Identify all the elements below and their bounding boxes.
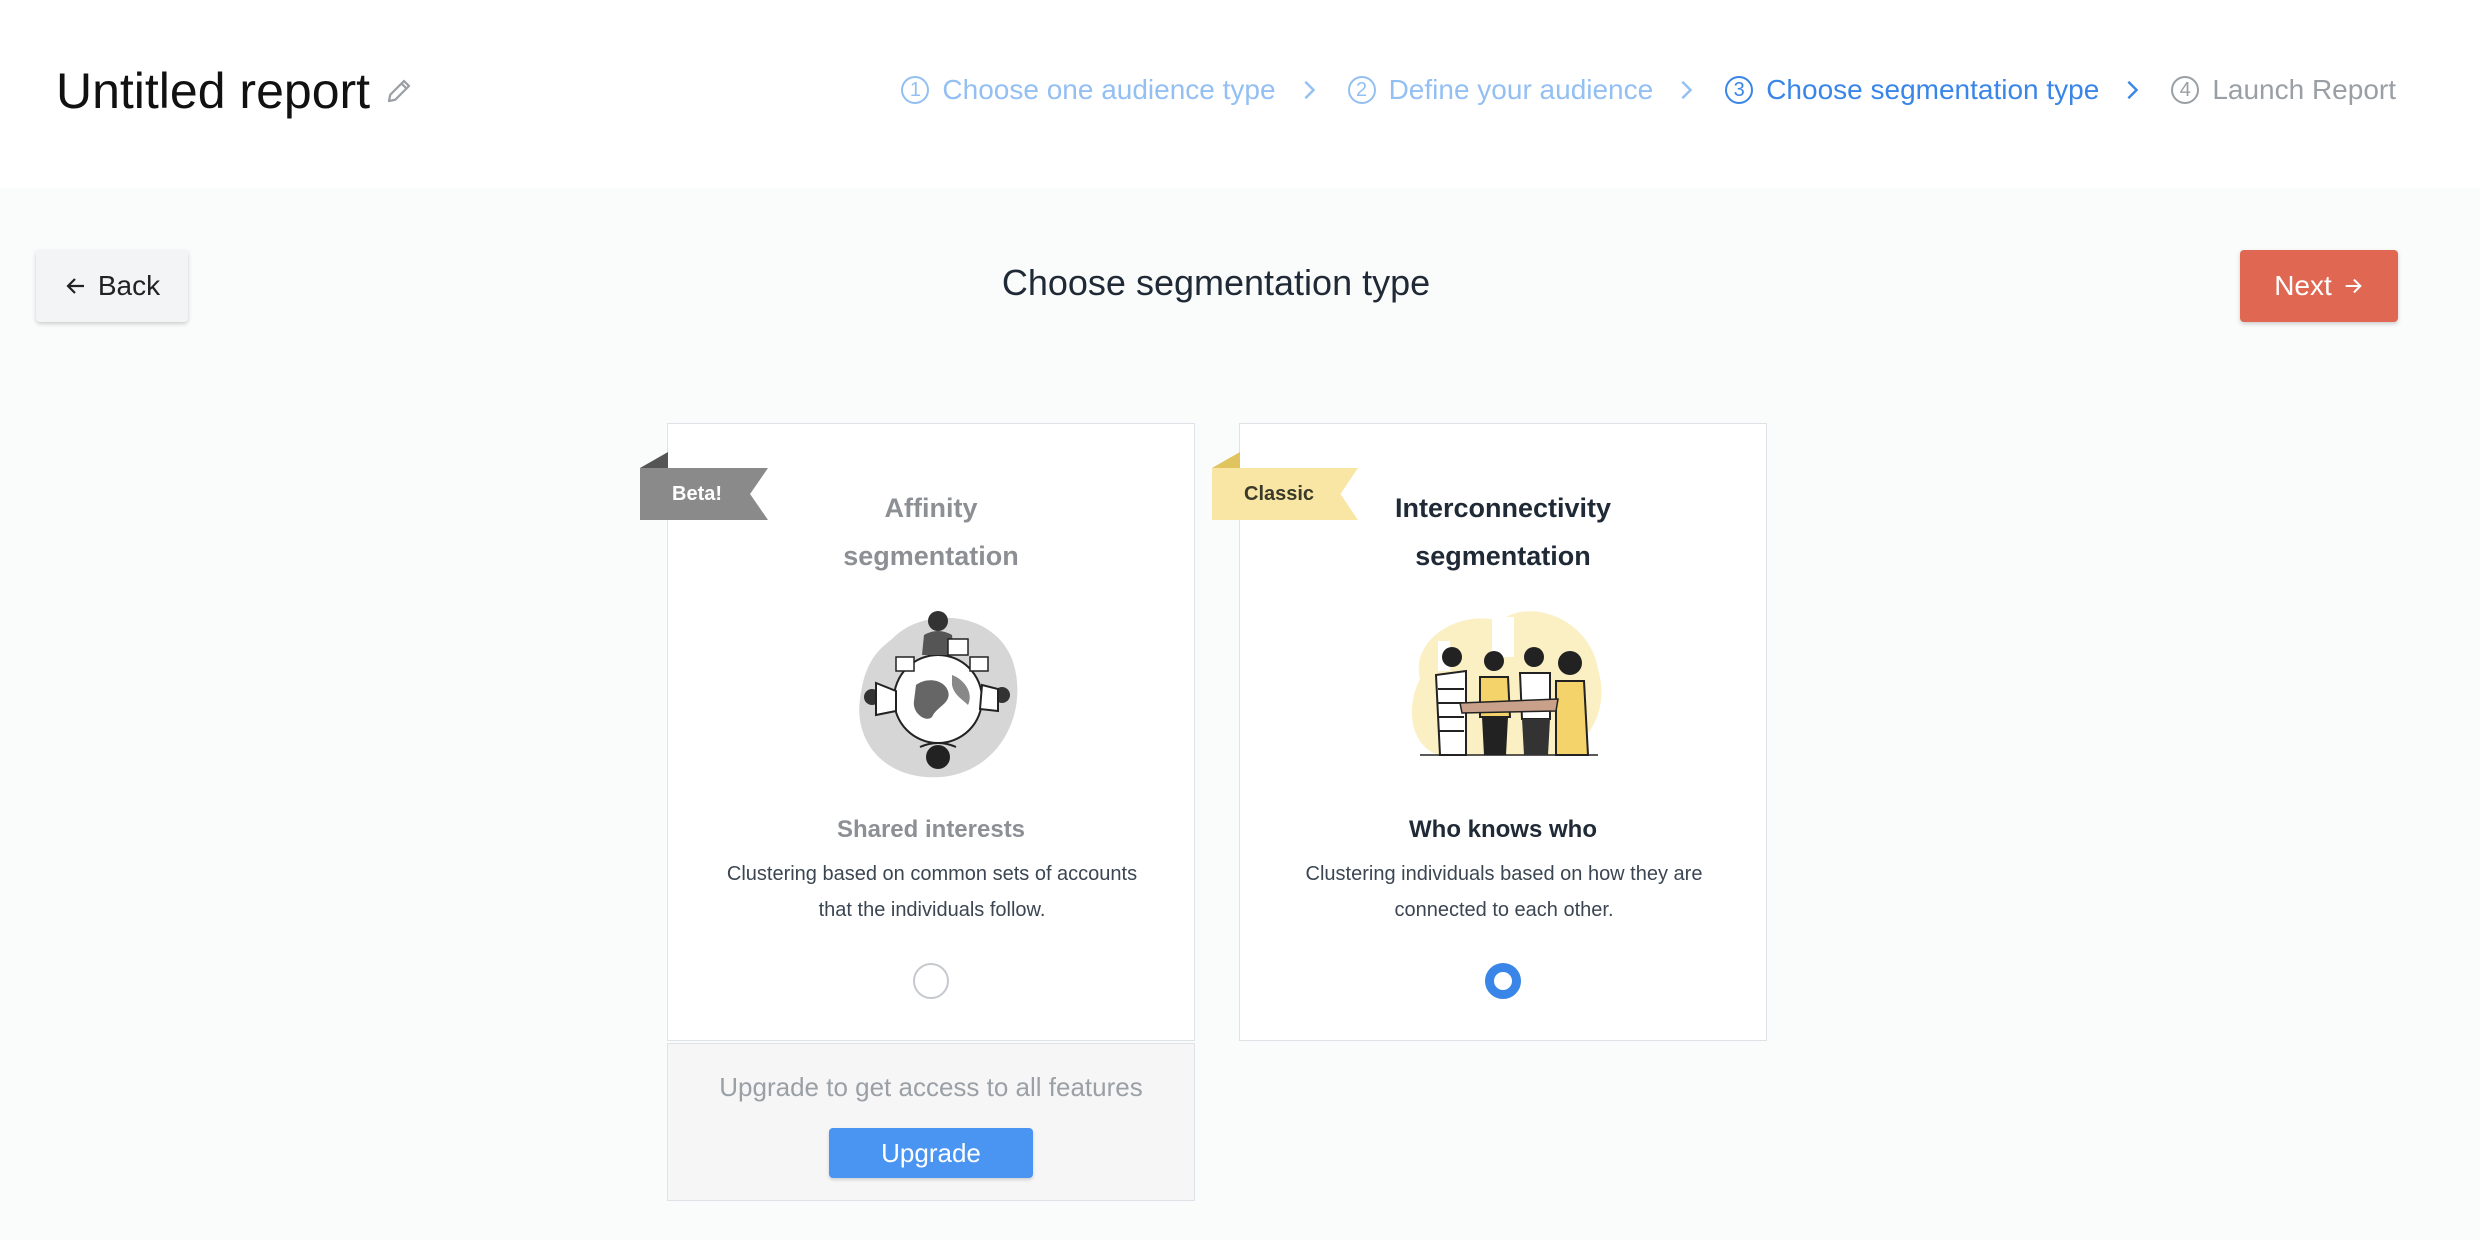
page-heading: Choose segmentation type: [1001, 262, 1431, 303]
affinity-radio[interactable]: [913, 963, 949, 999]
step-number-4: 4: [2171, 76, 2200, 104]
card-description-line1: Clustering individuals based on how they…: [1305, 863, 1703, 885]
card-description-line1: Clustering based on common sets of accou…: [726, 863, 1138, 885]
who-knows-who-illustration: [1411, 611, 1602, 756]
arrow-right-icon: [2345, 278, 2362, 294]
chevron-right-icon: [1304, 80, 1315, 100]
top-header: Untitled report 1 Choose one audience ty…: [0, 0, 2480, 188]
step-number-3: 3: [1725, 76, 1754, 104]
report-title[interactable]: Untitled report: [56, 62, 370, 120]
ribbon-fold: [1212, 452, 1240, 468]
step-4[interactable]: 4 Launch Report: [2171, 74, 2396, 106]
card-description-line2: connected to each other.: [1394, 899, 1614, 921]
step-2[interactable]: 2 Define your audience: [1347, 74, 1654, 106]
card-title-line1: Interconnectivity: [1394, 493, 1612, 523]
card-title-line2: segmentation: [1415, 541, 1591, 571]
chevron-right-icon: [2127, 80, 2139, 100]
step-number-1: 1: [901, 76, 930, 104]
card-subtitle: Who knows who: [1409, 816, 1597, 843]
step-1[interactable]: 1 Choose one audience type: [901, 74, 1276, 106]
pencil-icon[interactable]: [384, 76, 414, 106]
card-title-line1: Affinity: [884, 493, 978, 523]
card-title: Affinity segmentation: [668, 484, 1194, 580]
interconnectivity-segmentation-card[interactable]: Classic Interconnectivity segmentation W…: [1212, 423, 1767, 1041]
ribbon-fold: [640, 452, 668, 468]
card-description-line2: that the individuals follow.: [818, 899, 1046, 921]
upgrade-button[interactable]: Upgrade: [829, 1128, 1033, 1178]
step-label-2: Define your audience: [1388, 74, 1654, 105]
step-3[interactable]: 3 Choose segmentation type: [1725, 74, 2099, 106]
card-description: Clustering individuals based on how they…: [1270, 856, 1738, 928]
step-number-2: 2: [1347, 76, 1376, 104]
card-subtitle: Shared interests: [836, 816, 1026, 843]
step-label-4: Launch Report: [2212, 74, 2396, 105]
shared-interests-illustration: [859, 611, 1018, 778]
report-title-group: Untitled report: [56, 62, 414, 120]
upgrade-text: Upgrade to get access to all features: [719, 1072, 1143, 1102]
next-button-label: Next: [2274, 270, 2332, 301]
card-title-line2: segmentation: [843, 541, 1019, 571]
card-title: Interconnectivity segmentation: [1240, 484, 1766, 580]
step-label-1: Choose one audience type: [942, 74, 1276, 105]
interconnectivity-radio[interactable]: [1485, 963, 1521, 999]
affinity-segmentation-card[interactable]: Beta! Affinity segmentation Shared inter…: [640, 423, 1195, 1041]
next-button[interactable]: Next: [2240, 250, 2398, 322]
wizard-steps: 1 Choose one audience type 2 Define your…: [901, 74, 2396, 106]
chevron-right-icon: [1681, 80, 1693, 100]
step-label-3: Choose segmentation type: [1766, 74, 2100, 105]
card-description: Clustering based on common sets of accou…: [698, 856, 1166, 928]
upgrade-panel: Upgrade to get access to all features Up…: [667, 1043, 1195, 1201]
